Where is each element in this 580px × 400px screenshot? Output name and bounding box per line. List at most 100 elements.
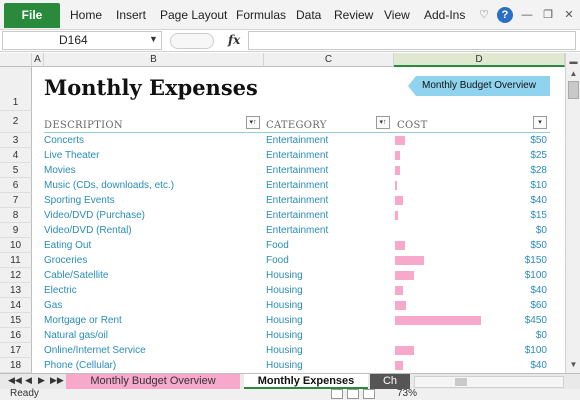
row-number[interactable]: 13 [0, 283, 32, 298]
description-cell[interactable]: Natural gas/oil [44, 328, 260, 343]
name-box[interactable]: D164 [2, 31, 162, 50]
horizontal-scrollbar[interactable] [414, 376, 564, 388]
category-cell[interactable]: Housing [266, 358, 392, 373]
tab-view[interactable]: View [384, 8, 410, 22]
category-cell[interactable]: Housing [266, 343, 392, 358]
description-cell[interactable]: Concerts [44, 133, 260, 148]
row-number[interactable]: 12 [0, 268, 32, 283]
category-cell[interactable]: Entertainment [266, 148, 392, 163]
description-cell[interactable]: Online/Internet Service [44, 343, 260, 358]
tab-add-ins[interactable]: Add-Ins [424, 8, 465, 22]
row-number[interactable]: 10 [0, 238, 32, 253]
horizontal-scroll-thumb[interactable] [455, 378, 467, 386]
description-cell[interactable]: Mortgage or Rent [44, 313, 260, 328]
cost-cell[interactable]: $0 [395, 328, 550, 343]
category-cell[interactable]: Entertainment [266, 133, 392, 148]
minimize-icon[interactable]: — [519, 7, 535, 23]
category-cell[interactable]: Entertainment [266, 193, 392, 208]
description-cell[interactable]: Gas [44, 298, 260, 313]
scroll-down-icon[interactable]: ▼ [567, 358, 580, 371]
description-cell[interactable]: Sporting Events [44, 193, 260, 208]
row-number[interactable]: 3 [0, 133, 32, 148]
description-cell[interactable]: Phone (Cellular) [44, 358, 260, 373]
cost-cell[interactable]: $50 [395, 133, 550, 148]
worksheet[interactable]: 1 Monthly Expenses Monthly Budget Overvi… [0, 67, 565, 373]
cost-cell[interactable]: $40 [395, 283, 550, 298]
description-cell[interactable]: Electric [44, 283, 260, 298]
sheet-tab-monthly-expenses[interactable]: Monthly Expenses [244, 374, 368, 389]
row-number[interactable]: 6 [0, 178, 32, 193]
tab-formulas[interactable]: Formulas [236, 8, 286, 22]
cost-cell[interactable]: $25 [395, 148, 550, 163]
description-cell[interactable]: Video/DVD (Purchase) [44, 208, 260, 223]
row-number[interactable]: 17 [0, 343, 32, 358]
function-icon[interactable]: fx [228, 33, 240, 47]
column-header-c[interactable]: C [264, 53, 394, 67]
category-cell[interactable]: Housing [266, 268, 392, 283]
description-cell[interactable]: Eating Out [44, 238, 260, 253]
row-number[interactable]: 15 [0, 313, 32, 328]
cost-cell[interactable]: $15 [395, 208, 550, 223]
tab-page-layout[interactable]: Page Layout [160, 8, 227, 22]
row-number[interactable]: 14 [0, 298, 32, 313]
cost-cell[interactable]: $100 [395, 343, 550, 358]
vertical-scrollbar[interactable]: ▬ ▲ ▼ [565, 53, 580, 373]
cost-cell[interactable]: $28 [395, 163, 550, 178]
formula-controls-icon[interactable] [170, 33, 214, 49]
chevron-down-icon[interactable]: ▼ [149, 34, 158, 44]
page-layout-view-icon[interactable] [347, 389, 359, 399]
category-cell[interactable]: Housing [266, 283, 392, 298]
description-cell[interactable]: Movies [44, 163, 260, 178]
restore-icon[interactable]: ❐ [540, 7, 556, 23]
category-cell[interactable]: Entertainment [266, 178, 392, 193]
cost-cell[interactable]: $40 [395, 358, 550, 373]
description-cell[interactable]: Music (CDs, downloads, etc.) [44, 178, 260, 193]
category-cell[interactable]: Housing [266, 313, 392, 328]
tab-insert[interactable]: Insert [116, 8, 146, 22]
category-cell[interactable]: Food [266, 238, 392, 253]
cost-cell[interactable]: $150 [395, 253, 550, 268]
sheet-tab-monthly-budget-overview[interactable]: Monthly Budget Overview [66, 374, 240, 389]
first-sheet-icon[interactable]: ◀◀ [8, 375, 22, 386]
tab-home[interactable]: Home [70, 8, 102, 22]
row-number[interactable]: 8 [0, 208, 32, 223]
description-filter-button[interactable]: ▾↑ [246, 116, 260, 129]
tab-data[interactable]: Data [296, 8, 321, 22]
row-number[interactable]: 4 [0, 148, 32, 163]
prev-sheet-icon[interactable]: ◀ [25, 375, 32, 386]
column-header-b[interactable]: B [44, 53, 264, 67]
description-cell[interactable]: Cable/Satellite [44, 268, 260, 283]
cost-cell[interactable]: $0 [395, 223, 550, 238]
row-number[interactable]: 5 [0, 163, 32, 178]
zoom-level[interactable]: 73% [397, 388, 417, 399]
next-sheet-icon[interactable]: ▶ [38, 375, 45, 386]
category-cell[interactable]: Entertainment [266, 163, 392, 178]
normal-view-icon[interactable] [331, 389, 343, 399]
category-cell[interactable]: Housing [266, 328, 392, 343]
collapse-ribbon-icon[interactable]: ♡ [476, 7, 492, 23]
column-header-d[interactable]: D [394, 53, 565, 67]
row-number[interactable]: 11 [0, 253, 32, 268]
cost-cell[interactable]: $40 [395, 193, 550, 208]
formula-input[interactable] [248, 31, 576, 50]
description-cell[interactable]: Video/DVD (Rental) [44, 223, 260, 238]
cost-cell[interactable]: $10 [395, 178, 550, 193]
cost-filter-button[interactable]: ▾ [533, 116, 547, 129]
category-filter-button[interactable]: ▾↑ [376, 116, 390, 129]
row-number[interactable]: 1 [0, 67, 32, 111]
page-break-view-icon[interactable] [363, 389, 375, 399]
category-cell[interactable]: Housing [266, 298, 392, 313]
category-cell[interactable]: Entertainment [266, 208, 392, 223]
help-icon[interactable]: ? [497, 7, 513, 23]
scroll-up-icon[interactable]: ▲ [567, 67, 580, 80]
tab-review[interactable]: Review [334, 8, 373, 22]
file-tab[interactable]: File [4, 3, 60, 28]
cost-cell[interactable]: $60 [395, 298, 550, 313]
row-number[interactable]: 18 [0, 358, 32, 373]
cost-cell[interactable]: $50 [395, 238, 550, 253]
last-sheet-icon[interactable]: ▶▶ [50, 375, 64, 386]
row-number[interactable]: 7 [0, 193, 32, 208]
category-cell[interactable]: Food [266, 253, 392, 268]
close-icon[interactable]: ✕ [561, 7, 577, 23]
select-all-corner[interactable] [0, 53, 32, 67]
